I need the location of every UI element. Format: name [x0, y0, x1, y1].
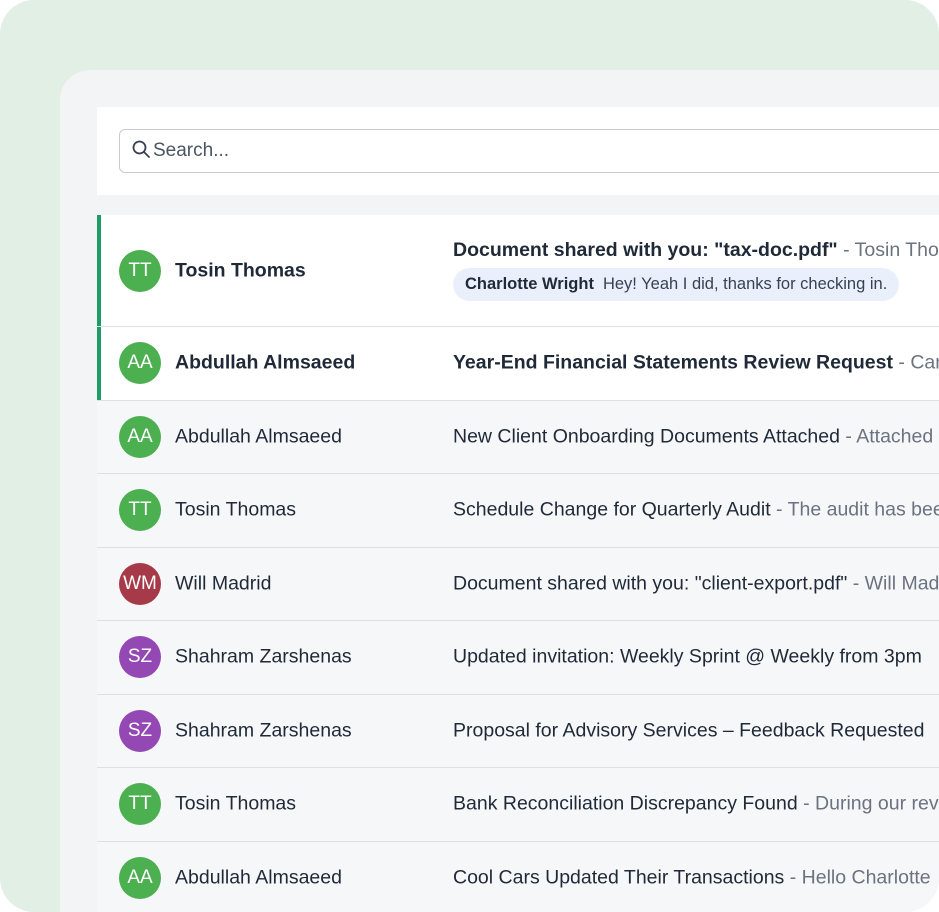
- avatar: TT: [119, 249, 161, 292]
- message-preview: - Tosin Thomas: [843, 239, 939, 261]
- message-row[interactable]: AA Abdullah Almsaeed New Client Onboardi…: [97, 400, 939, 474]
- search-bar: [97, 107, 939, 195]
- message-preview: - During our review: [803, 792, 939, 815]
- avatar: AA: [119, 415, 161, 458]
- chat-author: Charlotte Wright: [465, 275, 594, 293]
- message-subject: Document shared with you: "client-export…: [453, 572, 848, 595]
- sender-name: Tosin Thomas: [175, 259, 306, 281]
- message-row[interactable]: SZ Shahram Zarshenas Proposal for Adviso…: [97, 694, 939, 768]
- message-subject: Updated invitation: Weekly Sprint @ Week…: [453, 645, 922, 668]
- message-subject: Cool Cars Updated Their Transactions: [453, 866, 785, 889]
- inbox-panel: TT Tosin Thomas Document shared with you…: [60, 70, 939, 912]
- chat-preview-chip[interactable]: Charlotte Wright Hey! Yeah I did, thanks…: [453, 268, 900, 301]
- avatar: SZ: [119, 709, 161, 752]
- message-subject: New Client Onboarding Documents Attached: [453, 425, 840, 448]
- message-row[interactable]: TT Tosin Thomas Schedule Change for Quar…: [97, 474, 939, 548]
- message-row[interactable]: SZ Shahram Zarshenas Updated invitation:…: [97, 621, 939, 695]
- message-preview: - Attached: [839, 425, 934, 448]
- message-row[interactable]: TT Tosin Thomas Document shared with you…: [97, 215, 939, 327]
- avatar: WM: [119, 562, 161, 605]
- message-summary: Document shared with you: "tax-doc.pdf" …: [453, 239, 939, 262]
- message-subject: Document shared with you: "tax-doc.pdf": [453, 239, 838, 261]
- message-row[interactable]: AA Abdullah Almsaeed Cool Cars Updated T…: [97, 841, 939, 912]
- sender-name: Abdullah Almsaeed: [175, 425, 342, 448]
- message-preview: - Can: [898, 351, 939, 374]
- message-row[interactable]: AA Abdullah Almsaeed Year-End Financial …: [97, 327, 939, 401]
- avatar: TT: [119, 489, 161, 532]
- sender-name: Tosin Thomas: [175, 792, 297, 815]
- sender-name: Will Madrid: [175, 572, 272, 595]
- message-summary: Proposal for Advisory Services – Feedbac…: [453, 719, 925, 742]
- message-subject: Year-End Financial Statements Review Req…: [453, 351, 893, 374]
- message-subject: Schedule Change for Quarterly Audit: [453, 498, 771, 521]
- search-box[interactable]: [119, 129, 939, 173]
- message-preview: - Will Madrid: [852, 572, 939, 595]
- message-row[interactable]: TT Tosin Thomas Bank Reconciliation Disc…: [97, 768, 939, 842]
- message-summary: Schedule Change for Quarterly Audit - Th…: [453, 499, 939, 522]
- sender-name: Shahram Zarshenas: [175, 719, 352, 742]
- avatar: AA: [119, 856, 161, 899]
- message-list: TT Tosin Thomas Document shared with you…: [97, 215, 939, 912]
- sender-name: Tosin Thomas: [175, 498, 297, 521]
- message-preview: - Hello Charlotte: [784, 866, 931, 889]
- message-summary: Bank Reconciliation Discrepancy Found - …: [453, 793, 939, 816]
- sender-name: Abdullah Almsaeed: [175, 351, 356, 374]
- avatar: SZ: [119, 636, 161, 679]
- search-icon: [131, 139, 151, 164]
- message-preview: - The audit has been: [770, 498, 939, 521]
- message-subject: Bank Reconciliation Discrepancy Found: [453, 792, 798, 815]
- app-frame: TT Tosin Thomas Document shared with you…: [0, 0, 939, 912]
- message-subject: Proposal for Advisory Services – Feedbac…: [453, 719, 925, 742]
- chat-text: Hey! Yeah I did, thanks for checking in.: [602, 275, 888, 293]
- message-row[interactable]: WM Will Madrid Document shared with you:…: [97, 547, 939, 621]
- message-summary: Year-End Financial Statements Review Req…: [453, 352, 939, 375]
- message-summary: Updated invitation: Weekly Sprint @ Week…: [453, 646, 922, 669]
- sender-name: Shahram Zarshenas: [175, 645, 352, 668]
- message-summary: New Client Onboarding Documents Attached…: [453, 425, 933, 448]
- message-summary: Document shared with you: "client-export…: [453, 572, 939, 595]
- avatar: TT: [119, 783, 161, 826]
- search-input[interactable]: [153, 140, 913, 162]
- avatar: AA: [119, 342, 161, 385]
- message-summary: Cool Cars Updated Their Transactions - H…: [453, 866, 931, 889]
- sender-name: Abdullah Almsaeed: [175, 866, 342, 889]
